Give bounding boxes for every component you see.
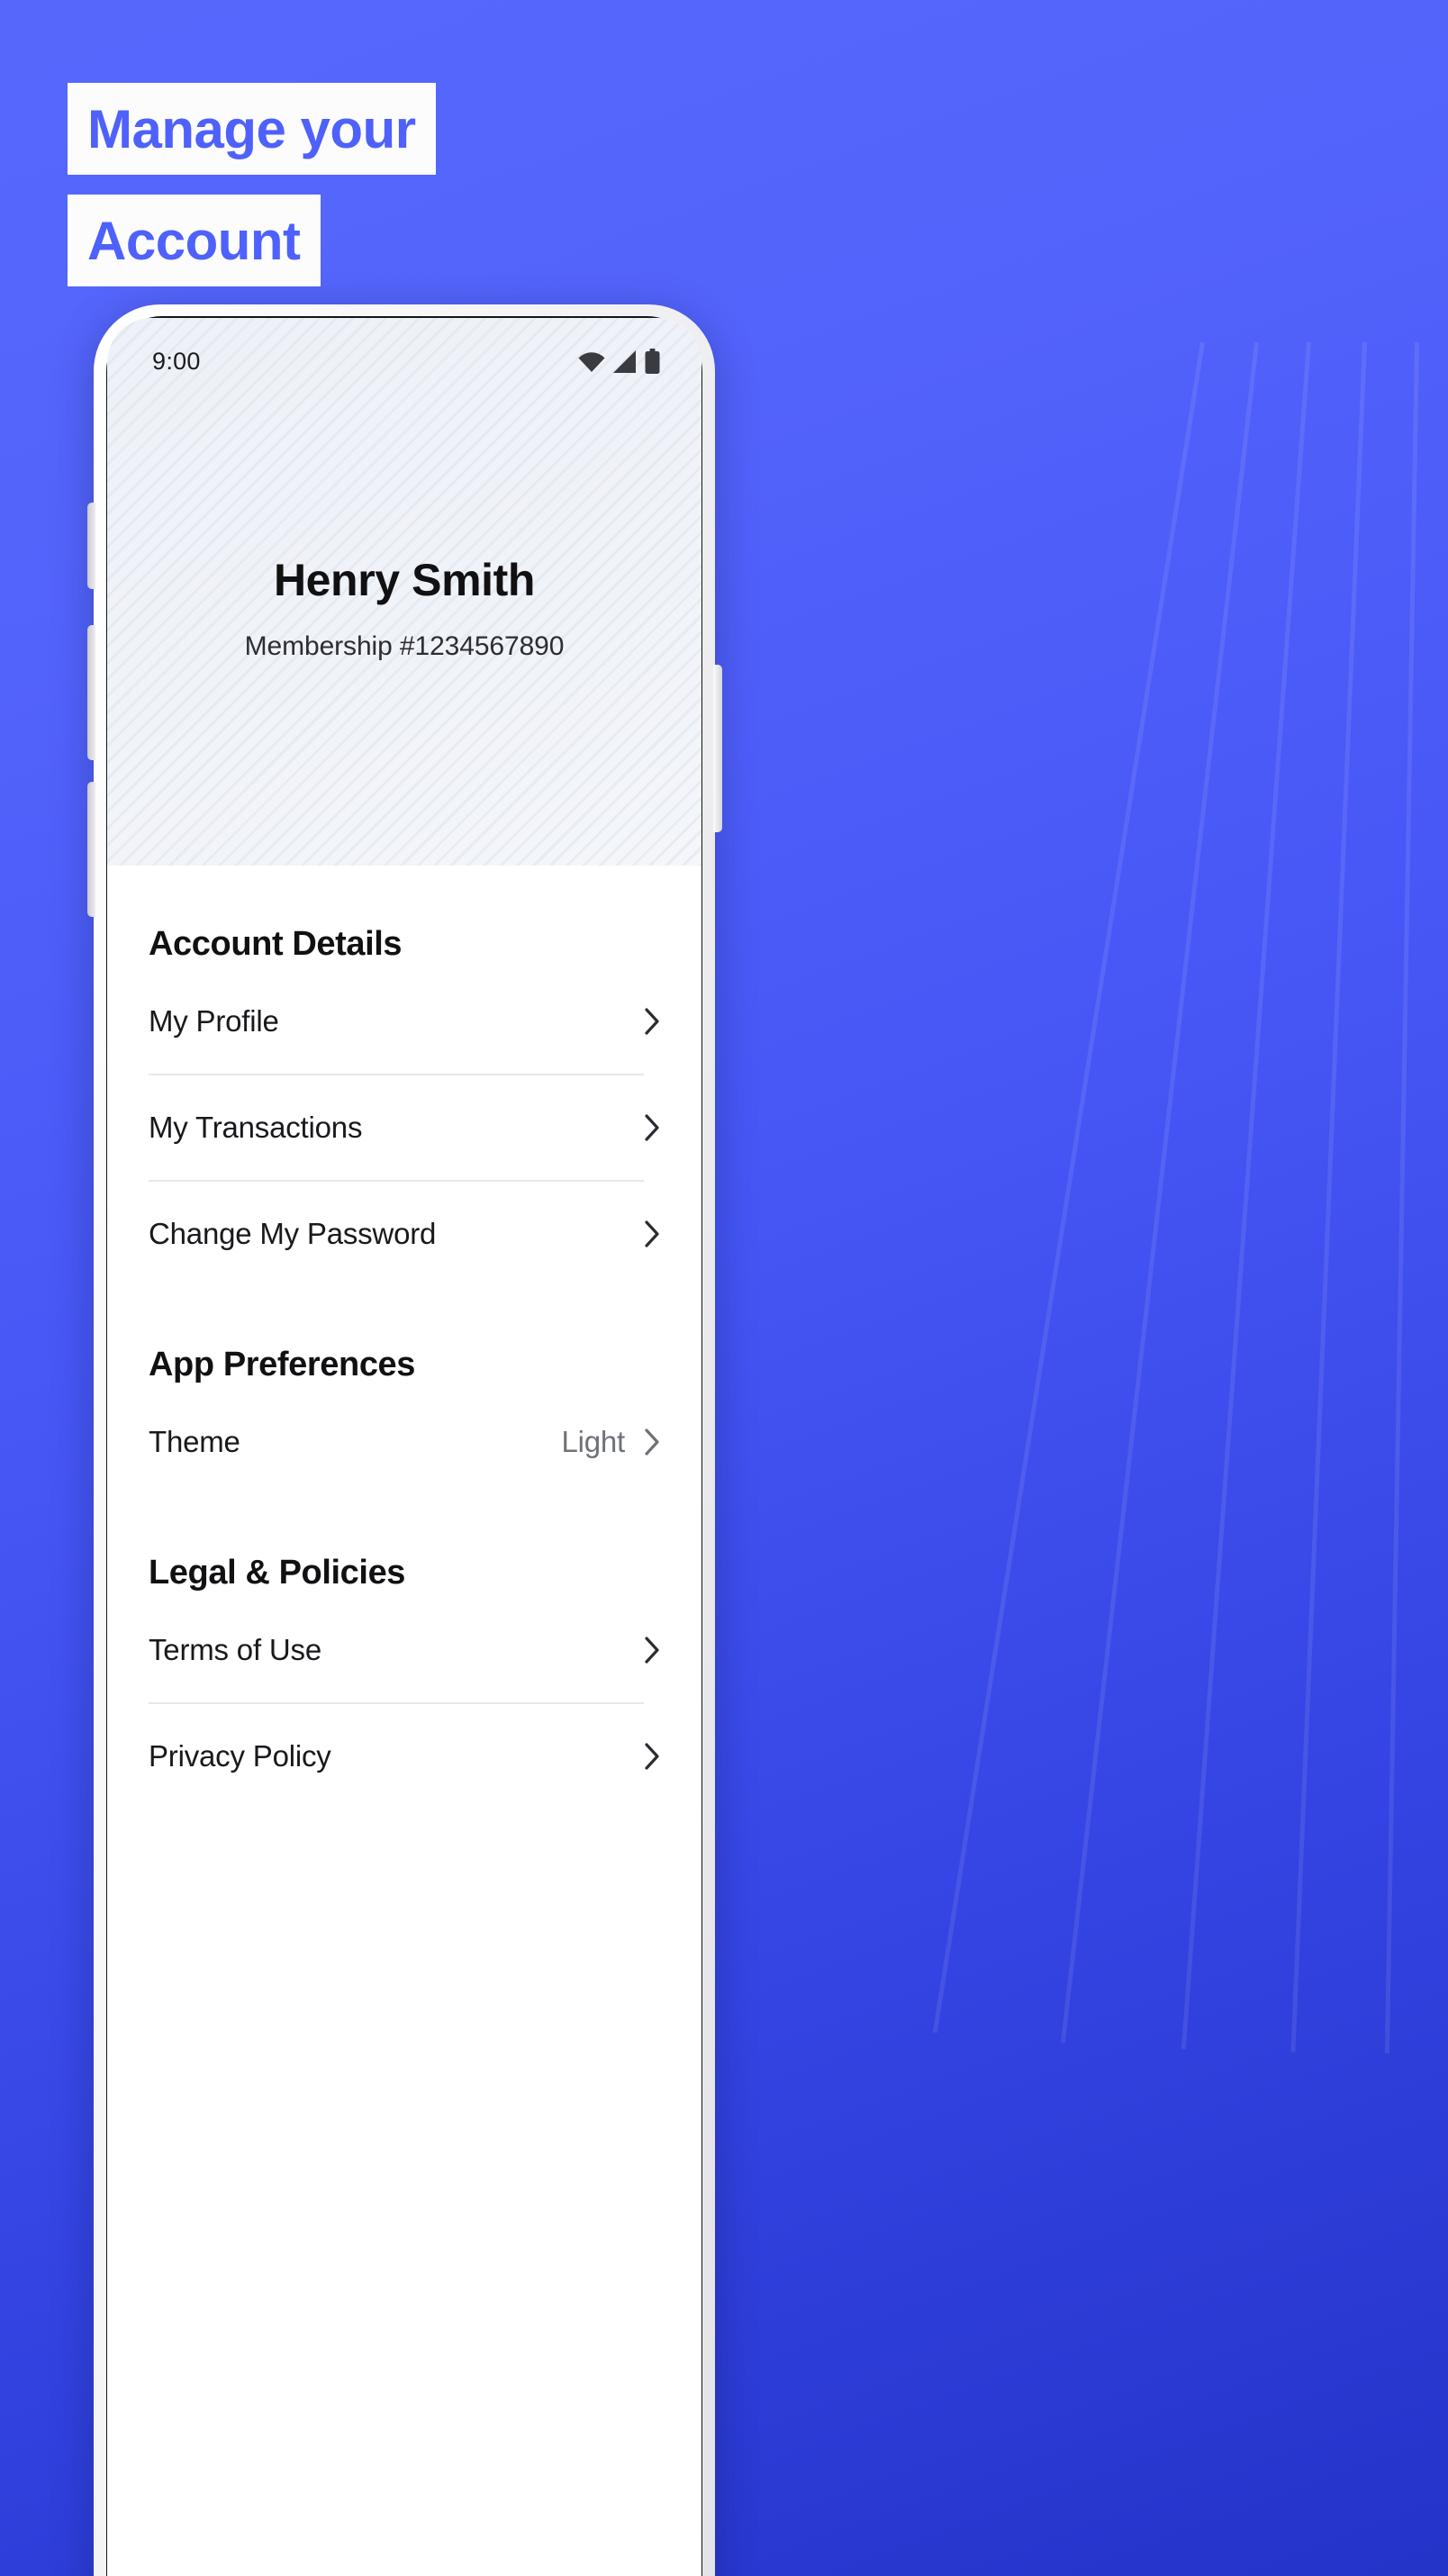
list-item-label: Theme [149, 1425, 240, 1458]
ray-line [1290, 341, 1367, 2053]
status-bar: 9:00 [107, 318, 701, 404]
promo-page: Manage your Account 9:00 Henry Smith Mem… [0, 0, 1448, 2576]
list-item-accessory [645, 1114, 660, 1141]
chevron-right-icon [645, 1743, 659, 1770]
settings-list: Account Details My Profile My Transactio… [107, 866, 701, 1821]
list-item-label: Privacy Policy [149, 1739, 331, 1773]
theme-value: Light [561, 1425, 625, 1458]
ray-line [1384, 341, 1419, 2054]
list-item-accessory [645, 1743, 660, 1770]
section-title-account-details: Account Details [149, 925, 403, 963]
list-item-privacy-policy[interactable]: Privacy Policy [149, 1704, 660, 1809]
ray-line [932, 341, 1205, 2033]
ray-line [1181, 341, 1311, 2050]
list-item-label: Terms of Use [149, 1633, 321, 1666]
list-item-accessory: Light [561, 1425, 660, 1459]
status-icons [578, 349, 660, 374]
volume-down-button[interactable] [87, 782, 95, 917]
chevron-right-icon [645, 1220, 659, 1247]
power-button[interactable] [713, 665, 722, 832]
promo-headline: Manage your Account [68, 83, 436, 286]
list-item-change-my-password[interactable]: Change My Password [149, 1182, 660, 1286]
chevron-right-icon [645, 1429, 659, 1456]
list-bottom-spacer [149, 1809, 660, 1821]
list-item-accessory [645, 1008, 660, 1035]
phone-mockup: 9:00 Henry Smith Membership #1234567890 … [87, 304, 722, 2576]
chevron-right-icon [645, 1114, 659, 1141]
section-title-legal-policies: Legal & Policies [149, 1554, 406, 1592]
list-item-label: My Transactions [149, 1111, 363, 1144]
phone-screen: 9:00 Henry Smith Membership #1234567890 … [107, 318, 701, 2576]
profile-hero: 9:00 Henry Smith Membership #1234567890 [107, 318, 701, 866]
mute-switch-button[interactable] [87, 503, 95, 589]
list-item-label: Change My Password [149, 1217, 437, 1250]
list-item-terms-of-use[interactable]: Terms of Use [149, 1598, 660, 1702]
chevron-right-icon [645, 1637, 659, 1664]
list-item-my-transactions[interactable]: My Transactions [149, 1075, 660, 1180]
list-item-accessory [645, 1220, 660, 1247]
list-item-label: My Profile [149, 1004, 279, 1038]
list-item-my-profile[interactable]: My Profile [149, 969, 660, 1074]
ray-line [1060, 341, 1259, 2044]
decorative-rays [932, 341, 1448, 2054]
membership-number: Membership #1234567890 [244, 631, 565, 661]
headline-line-1: Manage your [68, 83, 436, 175]
list-item-accessory [645, 1637, 660, 1664]
volume-up-button[interactable] [87, 625, 95, 760]
profile-name: Henry Smith [273, 555, 536, 605]
chevron-right-icon [645, 1008, 659, 1035]
cellular-signal-icon [613, 349, 636, 373]
list-item-theme[interactable]: Theme Light [149, 1390, 660, 1494]
battery-icon [645, 349, 660, 374]
wifi-icon [578, 352, 605, 372]
headline-line-2: Account [68, 195, 321, 286]
status-time: 9:00 [152, 347, 201, 375]
section-title-app-preferences: App Preferences [149, 1346, 416, 1383]
